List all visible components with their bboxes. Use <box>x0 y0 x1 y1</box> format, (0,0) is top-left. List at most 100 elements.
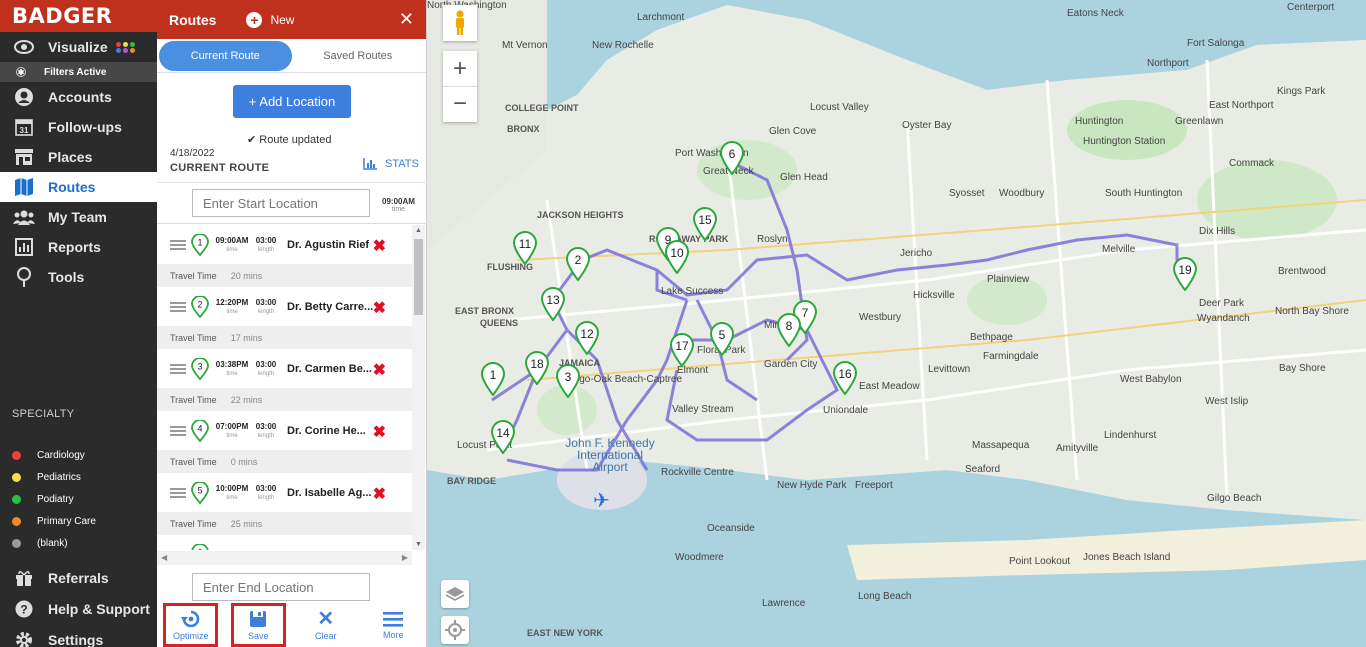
route-map-pin[interactable]: 16 <box>832 361 858 396</box>
drag-handle-icon[interactable] <box>170 238 186 252</box>
remove-stop-icon[interactable]: ✖ <box>373 484 386 504</box>
remove-stop-icon[interactable]: ✖ <box>373 236 386 256</box>
drag-handle-icon[interactable] <box>170 548 186 550</box>
nav-routes[interactable]: Routes <box>0 172 157 202</box>
route-map-pin[interactable]: 13 <box>540 287 566 322</box>
remove-stop-icon[interactable]: ✖ <box>373 422 386 442</box>
travel-time-value: 25 mins <box>230 519 263 529</box>
map-place-label: Fort Salonga <box>1187 38 1245 49</box>
route-stop[interactable]: 6 <box>157 535 412 550</box>
specialty-item[interactable]: Primary Care <box>12 510 96 532</box>
stop-time[interactable]: 09:00AM time <box>213 236 251 253</box>
nav-my-team[interactable]: My Team <box>0 202 157 232</box>
map-place-label: Eatons Neck <box>1067 8 1124 19</box>
nav-referrals[interactable]: Referrals <box>0 562 157 593</box>
nav-help-support[interactable]: ? Help & Support <box>0 593 157 624</box>
tab-current-route[interactable]: Current Route <box>159 40 292 71</box>
specialty-item[interactable]: Podiatry <box>12 488 96 510</box>
scroll-right-icon[interactable]: ▶ <box>402 553 408 562</box>
route-map-pin[interactable]: 5 <box>709 322 735 357</box>
specialty-item[interactable]: (blank) <box>12 532 96 554</box>
route-map-pin[interactable]: 19 <box>1172 257 1198 292</box>
stop-length-sub: length <box>257 495 275 501</box>
stop-length[interactable]: 03:00 length <box>255 484 277 501</box>
nav-follow-ups[interactable]: 31 Follow-ups <box>0 112 157 142</box>
save-button[interactable]: Save <box>230 603 286 647</box>
tab-saved-routes[interactable]: Saved Routes <box>292 41 425 71</box>
stop-length[interactable]: 03:00 length <box>255 298 277 315</box>
drag-handle-icon[interactable] <box>170 424 186 438</box>
stop-length[interactable]: 03:00 length <box>255 236 277 253</box>
route-stop[interactable]: 3 03:38PM time 03:00 length Dr. Carmen Be.… <box>157 349 412 389</box>
stop-name[interactable]: Dr. Isabelle Ag... <box>287 487 377 499</box>
layers-button[interactable] <box>441 580 469 608</box>
filters-active-bar[interactable]: ✱ Filters Active <box>0 62 157 82</box>
route-map-pin[interactable]: 11 <box>512 231 538 266</box>
drag-handle-icon[interactable] <box>170 362 186 376</box>
remove-stop-icon[interactable]: ✖ <box>373 298 386 318</box>
zoom-out-button[interactable]: − <box>443 86 477 121</box>
stop-time[interactable]: 12:20PM time <box>213 298 251 315</box>
clear-button[interactable]: ✕ Clear <box>298 603 353 647</box>
scroll-thumb[interactable] <box>414 239 423 315</box>
nav-tools[interactable]: Tools <box>0 262 157 292</box>
stop-time[interactable]: 10:00PM time <box>213 484 251 501</box>
stop-name[interactable]: Dr. Betty Carre... <box>287 301 377 313</box>
map-place-label: Jones Beach Island <box>1083 552 1171 563</box>
close-icon[interactable]: ✕ <box>399 9 414 30</box>
new-route-button[interactable]: + New <box>246 11 294 28</box>
nav-visualize[interactable]: Visualize <box>0 32 157 62</box>
route-stop[interactable]: 1 09:00AM time 03:00 length Dr. Agustin Ri… <box>157 225 412 265</box>
start-location-input[interactable] <box>192 189 370 217</box>
stop-length[interactable]: 03:00 length <box>255 360 277 377</box>
stop-list-scrollbar[interactable]: ▲ ▼ <box>412 225 425 550</box>
route-map-pin[interactable]: 1 <box>480 362 506 397</box>
drag-handle-icon[interactable] <box>170 486 186 500</box>
legend-dot <box>12 472 21 482</box>
start-time[interactable]: 09:00AM time <box>382 197 415 213</box>
scroll-up-icon[interactable]: ▲ <box>415 227 422 234</box>
route-map-pin[interactable]: 3 <box>555 364 581 399</box>
route-map-pin[interactable]: 18 <box>524 351 550 386</box>
stop-time[interactable]: 03:38PM time <box>213 360 251 377</box>
street-view-pegman[interactable] <box>443 5 477 41</box>
route-map-pin[interactable]: 2 <box>565 247 591 282</box>
more-button[interactable]: More <box>366 603 421 647</box>
route-marker-icon: 1 <box>191 232 209 256</box>
specialty-item[interactable]: Pediatrics <box>12 466 96 488</box>
zoom-in-button[interactable]: + <box>443 51 477 86</box>
stop-name[interactable]: Dr. Carmen Be... <box>287 363 377 375</box>
route-map-pin[interactable]: 15 <box>692 207 718 242</box>
my-location-button[interactable] <box>441 616 469 644</box>
route-map-pin[interactable]: 6 <box>719 141 745 176</box>
add-location-button[interactable]: + Add Location <box>233 85 351 118</box>
route-stop[interactable]: 4 07:00PM time 03:00 length Dr. Corine He.… <box>157 411 412 451</box>
drag-handle-icon[interactable] <box>170 300 186 314</box>
stats-button[interactable]: STATS <box>363 158 419 170</box>
route-stop[interactable]: 2 12:20PM time 03:00 length Dr. Betty Carr… <box>157 287 412 327</box>
route-map-pin[interactable]: 12 <box>574 321 600 356</box>
remove-stop-icon[interactable]: ✖ <box>373 360 386 380</box>
specialty-item[interactable]: Cardiology <box>12 444 96 466</box>
horizontal-scrollbar[interactable]: ◀ ▶ <box>157 551 412 565</box>
end-location-input[interactable] <box>192 573 370 601</box>
nav-places[interactable]: Places <box>0 142 157 172</box>
route-map-pin[interactable]: 10 <box>664 240 690 275</box>
route-map-pin[interactable]: 17 <box>669 333 695 368</box>
stop-time[interactable]: 07:00PM time <box>213 422 251 439</box>
nav-reports[interactable]: Reports <box>0 232 157 262</box>
scroll-down-icon[interactable]: ▼ <box>415 541 422 548</box>
stop-length[interactable]: 03:00 length <box>255 422 277 439</box>
nav-settings[interactable]: Settings <box>0 624 157 647</box>
route-map-pin[interactable]: 8 <box>776 313 802 348</box>
scroll-left-icon[interactable]: ◀ <box>161 553 167 562</box>
travel-time-label: Travel Time <box>170 333 217 343</box>
route-stop[interactable]: 5 10:00PM time 03:00 length Dr. Isabelle A… <box>157 473 412 513</box>
route-map-pin[interactable]: 14 <box>490 420 516 455</box>
optimize-button[interactable]: Optimize <box>163 603 219 647</box>
nav-accounts[interactable]: Accounts <box>0 82 157 112</box>
stop-name[interactable]: Dr. Agustin Rief <box>287 239 377 251</box>
route-map[interactable]: Larchmont Eatons Neck Fort Salonga Mt Verno… <box>427 0 1366 647</box>
stop-name[interactable]: Dr. Corine He... <box>287 425 377 437</box>
logo[interactable]: BADGER <box>0 0 157 32</box>
